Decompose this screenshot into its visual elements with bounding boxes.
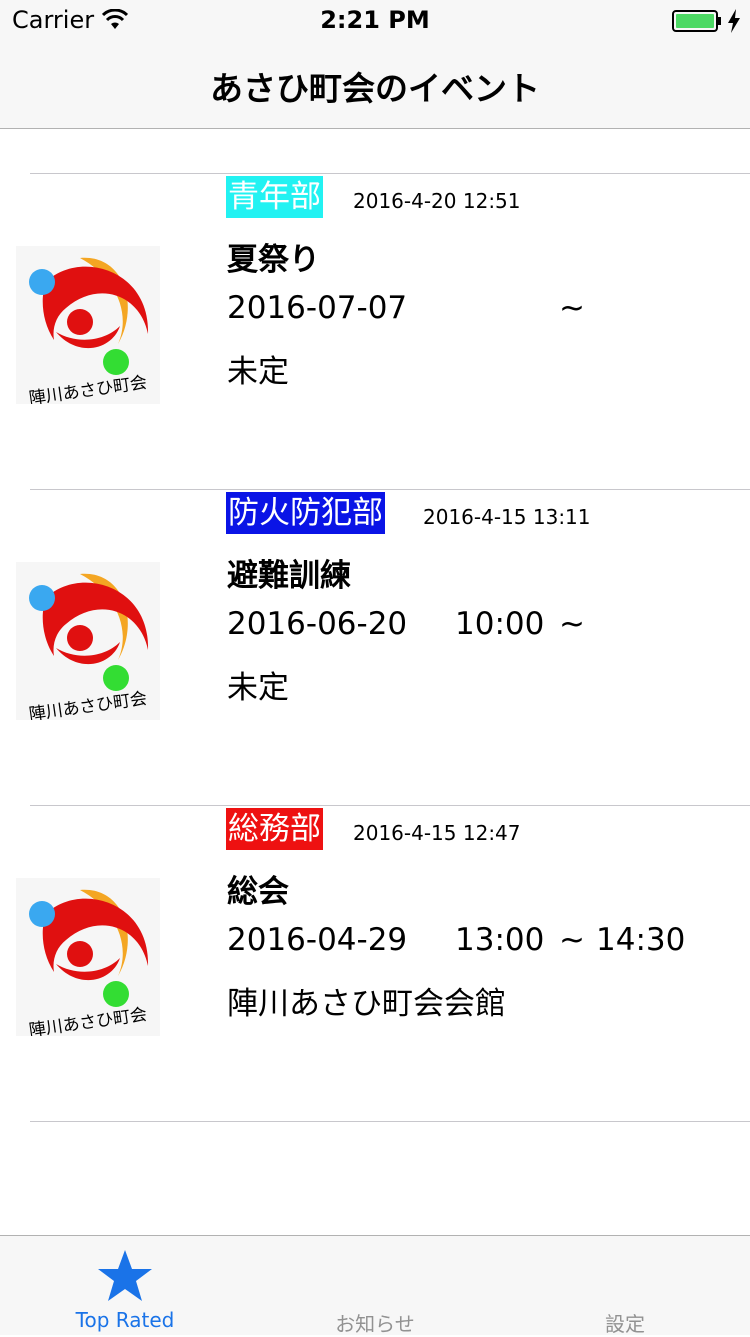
town-association-logo-icon: 陣川あさひ町会 xyxy=(16,878,160,1036)
time-range-separator: ~ xyxy=(559,922,585,958)
status-time: 2:21 PM xyxy=(320,6,430,34)
town-association-logo-icon: 陣川あさひ町会 xyxy=(16,246,160,404)
time-range-separator: ~ xyxy=(559,290,585,326)
town-association-logo-icon: 陣川あさひ町会 xyxy=(16,562,160,720)
tab-settings[interactable]: 設定 xyxy=(500,1236,750,1336)
tab-bar: Top Rated お知らせ 設定 xyxy=(0,1235,750,1336)
navigation-bar: あさひ町会のイベント xyxy=(0,40,750,129)
event-start-time: 13:00 xyxy=(455,922,545,958)
event-end-time: 14:30 xyxy=(596,922,686,958)
event-location: 未定 xyxy=(227,670,289,706)
event-cell[interactable]: 陣川あさひ町会 総務部 2016-4-15 12:47 総会 2016-04-2… xyxy=(0,806,750,1122)
divider xyxy=(30,1121,750,1122)
event-start-time: 10:00 xyxy=(455,606,545,642)
event-date: 2016-04-29 xyxy=(227,922,408,958)
department-tag: 総務部 xyxy=(226,808,323,850)
posted-timestamp: 2016-4-15 13:11 xyxy=(423,505,591,529)
tab-label: Top Rated xyxy=(75,1308,175,1332)
battery-icon xyxy=(672,10,721,32)
event-date: 2016-07-07 xyxy=(227,290,408,326)
charging-bolt-icon xyxy=(728,9,740,33)
status-bar: Carrier 2:21 PM xyxy=(0,0,750,40)
event-title: 避難訓練 xyxy=(227,558,351,594)
time-range-separator: ~ xyxy=(559,606,585,642)
event-title: 総会 xyxy=(227,874,289,910)
posted-timestamp: 2016-4-20 12:51 xyxy=(353,189,521,213)
event-location: 未定 xyxy=(227,354,289,390)
tab-notifications[interactable]: お知らせ xyxy=(250,1236,500,1336)
page-title: あさひ町会のイベント xyxy=(210,69,540,108)
event-title: 夏祭り xyxy=(227,242,320,278)
tab-label: お知らせ xyxy=(335,1312,415,1336)
department-tag: 青年部 xyxy=(226,176,323,218)
tab-top-rated[interactable]: Top Rated xyxy=(0,1236,250,1335)
department-tag: 防火防犯部 xyxy=(226,492,385,534)
posted-timestamp: 2016-4-15 12:47 xyxy=(353,821,521,845)
event-cell[interactable]: 陣川あさひ町会 防火防犯部 2016-4-15 13:11 避難訓練 2016-… xyxy=(0,490,750,806)
star-icon xyxy=(98,1250,152,1301)
event-date: 2016-06-20 xyxy=(227,606,408,642)
event-cell[interactable]: 陣川あさひ町会 青年部 2016-4-20 12:51 夏祭り 2016-07-… xyxy=(0,174,750,490)
tab-label: 設定 xyxy=(605,1312,645,1336)
event-location: 陣川あさひ町会会館 xyxy=(227,986,506,1022)
